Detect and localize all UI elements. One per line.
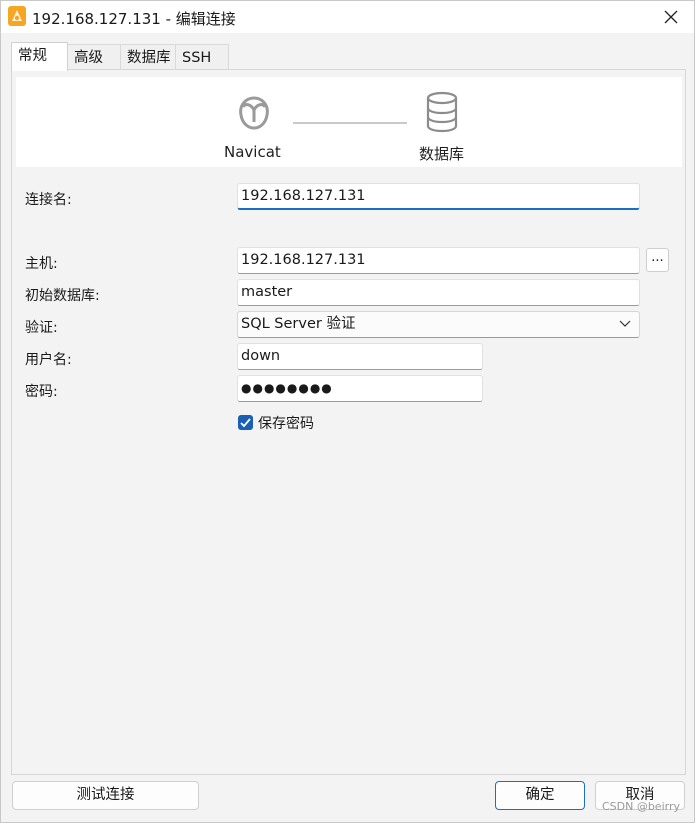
password-label: 密码:: [25, 384, 58, 400]
chevron-down-icon: [619, 320, 631, 327]
username-input[interactable]: down: [237, 343, 483, 370]
tab-databases[interactable]: 数据库: [120, 44, 176, 70]
username-label: 用户名:: [25, 352, 72, 368]
host-browse-button[interactable]: ...: [646, 248, 669, 272]
authentication-select[interactable]: SQL Server 验证: [237, 311, 640, 338]
connector-line: [293, 122, 407, 124]
host-input[interactable]: 192.168.127.131: [237, 247, 640, 274]
database-icon: [426, 91, 458, 133]
close-icon: [664, 10, 678, 24]
watermark: CSDN @beirry: [601, 800, 680, 813]
connection-header: Navicat 数据库: [16, 77, 682, 167]
tab-advanced[interactable]: 高级: [67, 44, 121, 70]
navicat-app-icon: [8, 6, 26, 26]
ok-button[interactable]: 确定: [495, 781, 585, 810]
checkmark-icon: [240, 418, 251, 428]
password-input[interactable]: ●●●●●●●●: [237, 375, 483, 402]
host-label: 主机:: [25, 256, 58, 272]
edit-connection-dialog: 192.168.127.131 - 编辑连接 常规 高级 数据库 SSH Nav…: [0, 0, 695, 823]
save-password-checkbox[interactable]: [238, 415, 253, 430]
tab-ssh[interactable]: SSH: [175, 44, 229, 70]
authentication-label: 验证:: [25, 320, 58, 336]
save-password-label[interactable]: 保存密码: [258, 413, 314, 433]
connection-name-input[interactable]: 192.168.127.131: [237, 183, 640, 210]
initial-database-label: 初始数据库:: [25, 288, 100, 304]
navicat-label: Navicat: [224, 143, 281, 161]
window-title: 192.168.127.131 - 编辑连接: [32, 10, 236, 28]
initial-database-input[interactable]: master: [237, 279, 640, 306]
close-button[interactable]: [648, 1, 694, 33]
navicat-logo-icon: [239, 96, 269, 130]
title-bar: 192.168.127.131 - 编辑连接: [1, 1, 694, 33]
database-label: 数据库: [419, 145, 465, 163]
test-connection-button[interactable]: 测试连接: [12, 781, 199, 810]
tab-panel-general: Navicat 数据库 连接名: 192.168.127.131 主机: 192…: [11, 69, 686, 775]
connection-name-label: 连接名:: [25, 192, 72, 208]
tab-general[interactable]: 常规: [11, 42, 68, 71]
authentication-value: SQL Server 验证: [241, 316, 356, 332]
